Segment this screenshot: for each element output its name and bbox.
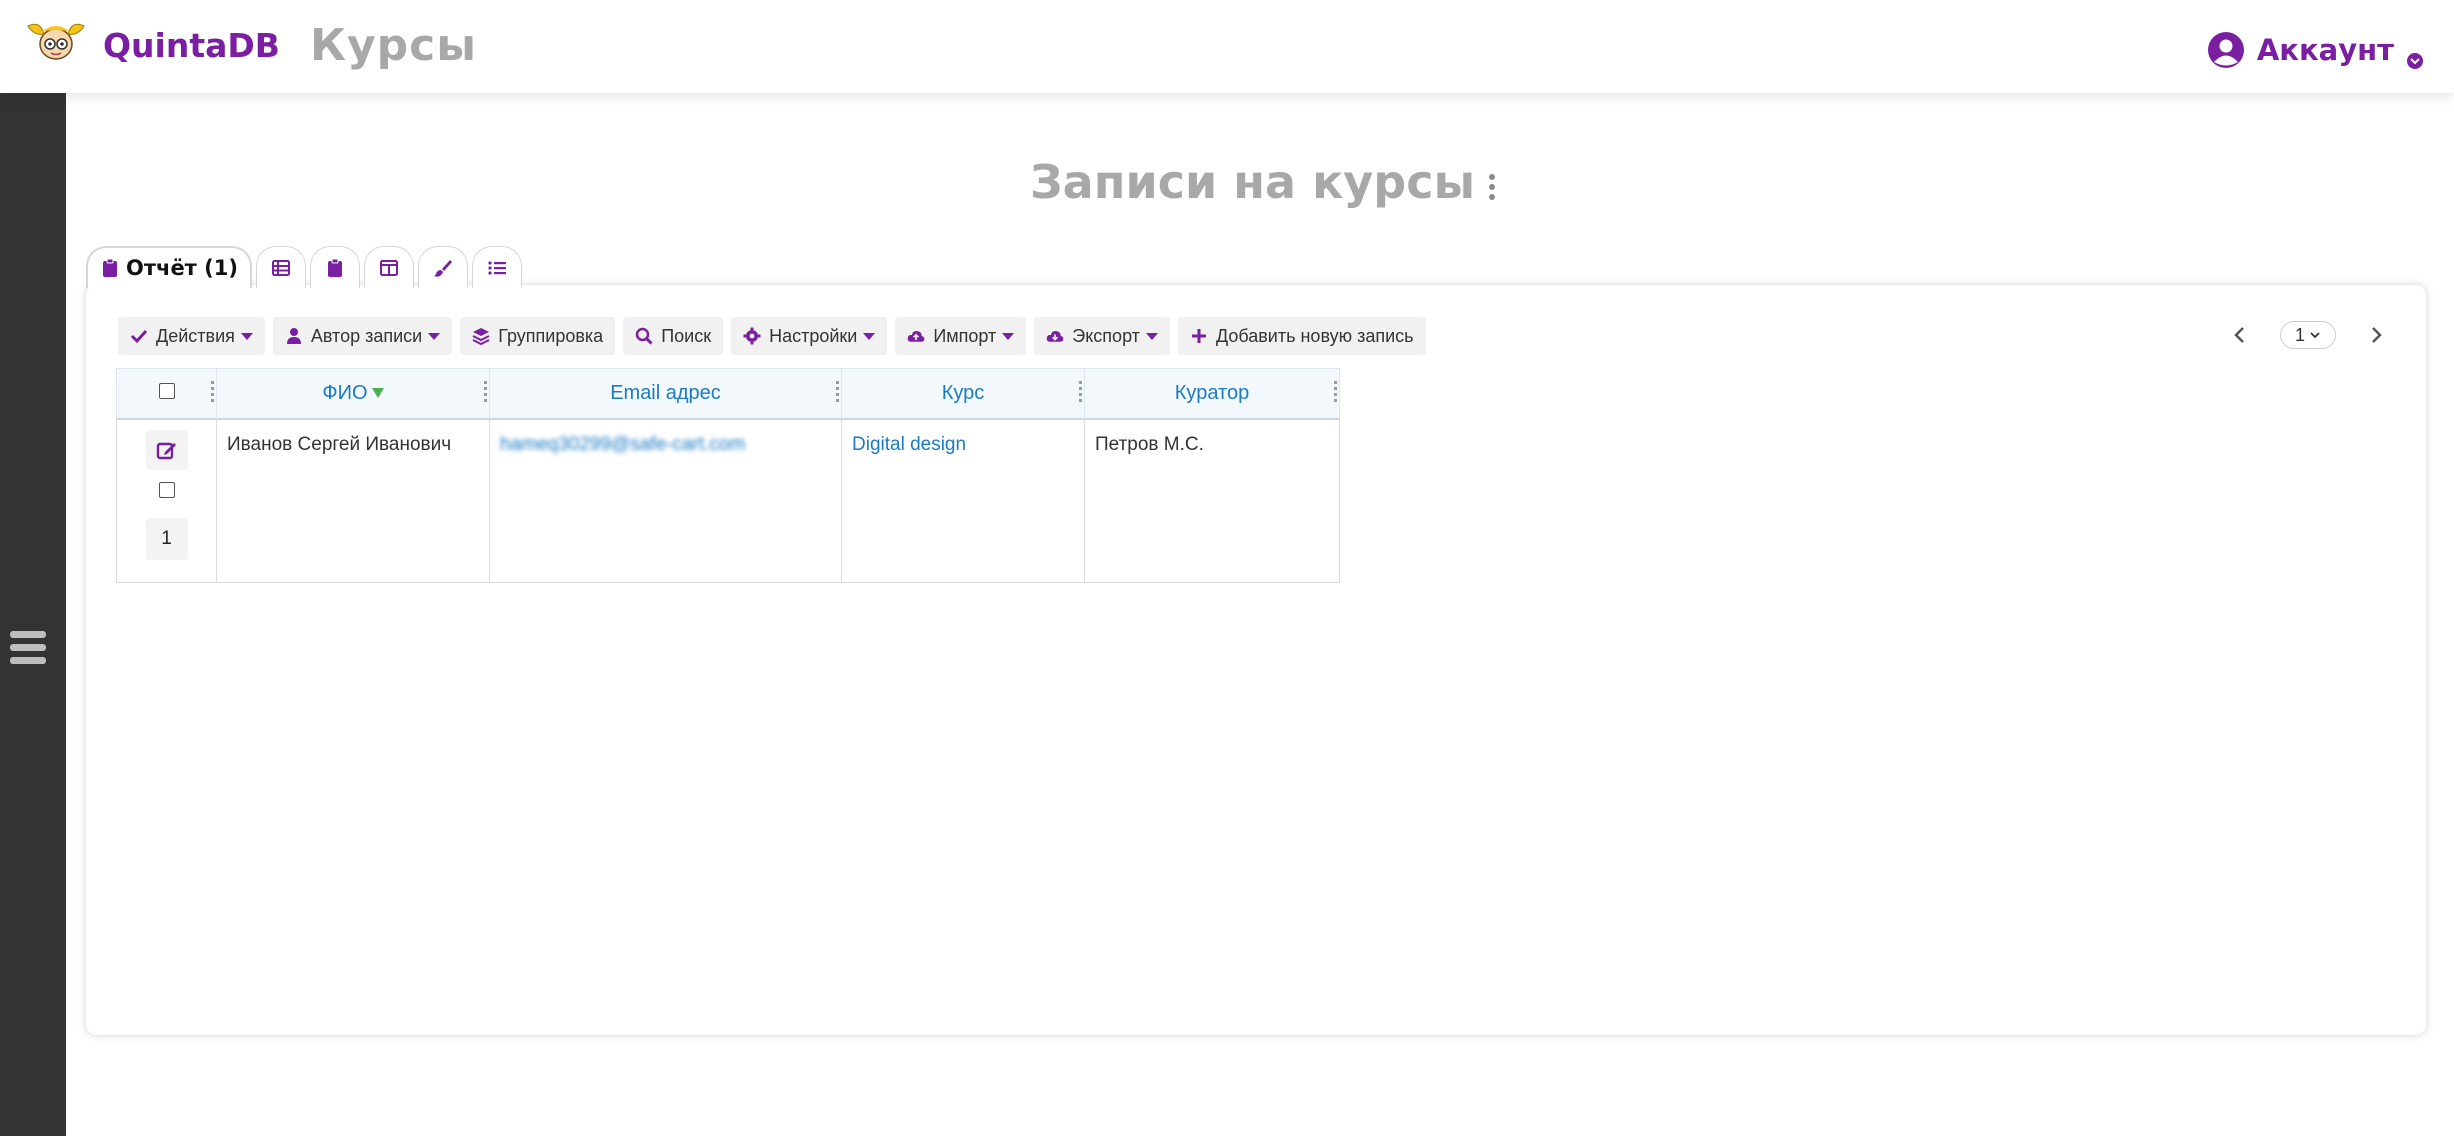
columns-icon (379, 259, 398, 276)
add-record-button[interactable]: Добавить новую запись (1177, 317, 1426, 355)
column-header-fio[interactable]: ФИО (216, 368, 490, 420)
clipboard-icon (327, 258, 342, 277)
record-author-button[interactable]: Автор записи (272, 317, 453, 355)
logo-icon[interactable] (20, 18, 92, 62)
layers-icon (472, 328, 490, 345)
table-list-icon (271, 259, 290, 276)
menu-toggle-icon[interactable] (10, 631, 48, 665)
sidebar (0, 93, 66, 1136)
cell-course: Digital design (841, 418, 1085, 583)
tab-report-label: Отчёт (1) (126, 256, 238, 280)
settings-button[interactable]: Настройки (731, 317, 888, 355)
page-title-text: Записи на курсы (1030, 155, 1476, 209)
search-label: Поиск (661, 325, 712, 346)
cloud-upload-icon (908, 330, 925, 342)
user-icon (286, 328, 301, 344)
import-button[interactable]: Импорт (895, 317, 1027, 355)
account-label: Аккаунт (2256, 33, 2394, 67)
grouping-label: Группировка (498, 325, 604, 346)
caret-down-icon (240, 332, 253, 340)
cloud-download-icon (1046, 330, 1064, 342)
tab-columns-view[interactable] (363, 246, 414, 288)
column-header-label: Куратор (1174, 381, 1250, 404)
row-controls-cell: 1 (116, 418, 217, 583)
list-icon (488, 260, 506, 275)
tab-report[interactable]: Отчёт (1) (86, 246, 252, 288)
app-title: Курсы (310, 20, 478, 71)
brush-icon (433, 259, 452, 277)
row-checkbox[interactable] (158, 481, 175, 498)
kebab-menu-icon[interactable] (1489, 174, 1496, 200)
column-header-label: Курс (941, 381, 985, 404)
column-header-curator[interactable]: Куратор (1084, 368, 1340, 420)
tab-form-view[interactable] (309, 246, 360, 288)
cell-email[interactable]: hameq30299@safe-cart.com (489, 418, 842, 583)
records-table: ФИО Email адрес Курс Куратор 1 Иванов Се… (116, 368, 1340, 583)
email-link[interactable]: hameq30299@safe-cart.com (500, 434, 745, 455)
caret-down-icon (1002, 332, 1015, 340)
top-bar: QuintaDB Курсы Аккаунт (0, 0, 2454, 93)
cell-curator: Петров М.С. (1084, 418, 1340, 583)
brand-name[interactable]: QuintaDB (103, 26, 280, 65)
column-header-email[interactable]: Email адрес (489, 368, 842, 420)
record-author-label: Автор записи (310, 325, 423, 346)
select-all-header (116, 368, 217, 420)
table-row: 1 Иванов Сергей Иванович hameq30299@safe… (116, 418, 1340, 583)
course-link[interactable]: Digital design (852, 434, 966, 455)
column-resize-handle[interactable] (836, 381, 839, 405)
caret-down-icon (1145, 332, 1158, 340)
plus-icon (1191, 329, 1206, 343)
check-icon (130, 329, 148, 344)
caret-down-icon (428, 332, 441, 340)
user-avatar-icon (2207, 32, 2244, 68)
add-record-label: Добавить новую запись (1215, 325, 1414, 346)
column-header-label: ФИО (322, 381, 368, 404)
toolbar: Действия Автор записи Группировка Поиск … (118, 317, 1426, 355)
edit-icon (156, 442, 176, 459)
sort-down-icon (371, 388, 384, 399)
column-resize-handle[interactable] (1334, 381, 1337, 405)
search-button[interactable]: Поиск (623, 317, 724, 355)
grouping-button[interactable]: Группировка (460, 317, 616, 355)
import-label: Импорт (933, 325, 997, 346)
tab-list-view[interactable] (471, 246, 522, 288)
export-button[interactable]: Экспорт (1034, 317, 1170, 355)
column-header-label: Email адрес (610, 381, 721, 404)
pagination: 1 (2230, 321, 2386, 349)
tab-design[interactable] (417, 246, 468, 288)
tab-table-view[interactable] (255, 246, 306, 288)
actions-label: Действия (156, 325, 235, 346)
page-title: Записи на курсы (1030, 155, 1496, 209)
chevron-right-icon[interactable] (2366, 325, 2386, 345)
column-resize-handle[interactable] (211, 381, 214, 405)
chevron-down-icon (2407, 53, 2423, 69)
table-header-row: ФИО Email адрес Курс Куратор (116, 368, 1340, 420)
edit-record-button[interactable] (145, 429, 188, 470)
page-select[interactable]: 1 (2280, 321, 2336, 349)
clipboard-icon (103, 258, 117, 277)
column-header-course[interactable]: Курс (841, 368, 1085, 420)
account-menu[interactable]: Аккаунт (2207, 30, 2424, 70)
settings-label: Настройки (769, 325, 858, 346)
caret-down-icon (863, 332, 876, 340)
chevron-left-icon[interactable] (2230, 325, 2250, 345)
chevron-down-icon (2310, 332, 2320, 339)
view-tabs: Отчёт (1) (86, 246, 522, 288)
report-panel: Действия Автор записи Группировка Поиск … (86, 285, 2426, 1035)
row-number: 1 (145, 517, 188, 560)
select-all-checkbox[interactable] (158, 382, 175, 399)
column-resize-handle[interactable] (1079, 381, 1082, 405)
column-resize-handle[interactable] (484, 381, 487, 405)
export-label: Экспорт (1072, 325, 1140, 346)
actions-button[interactable]: Действия (118, 317, 265, 355)
search-icon (635, 327, 653, 345)
gear-icon (743, 327, 761, 345)
cell-fio: Иванов Сергей Иванович (216, 418, 490, 583)
current-page: 1 (2294, 324, 2305, 345)
